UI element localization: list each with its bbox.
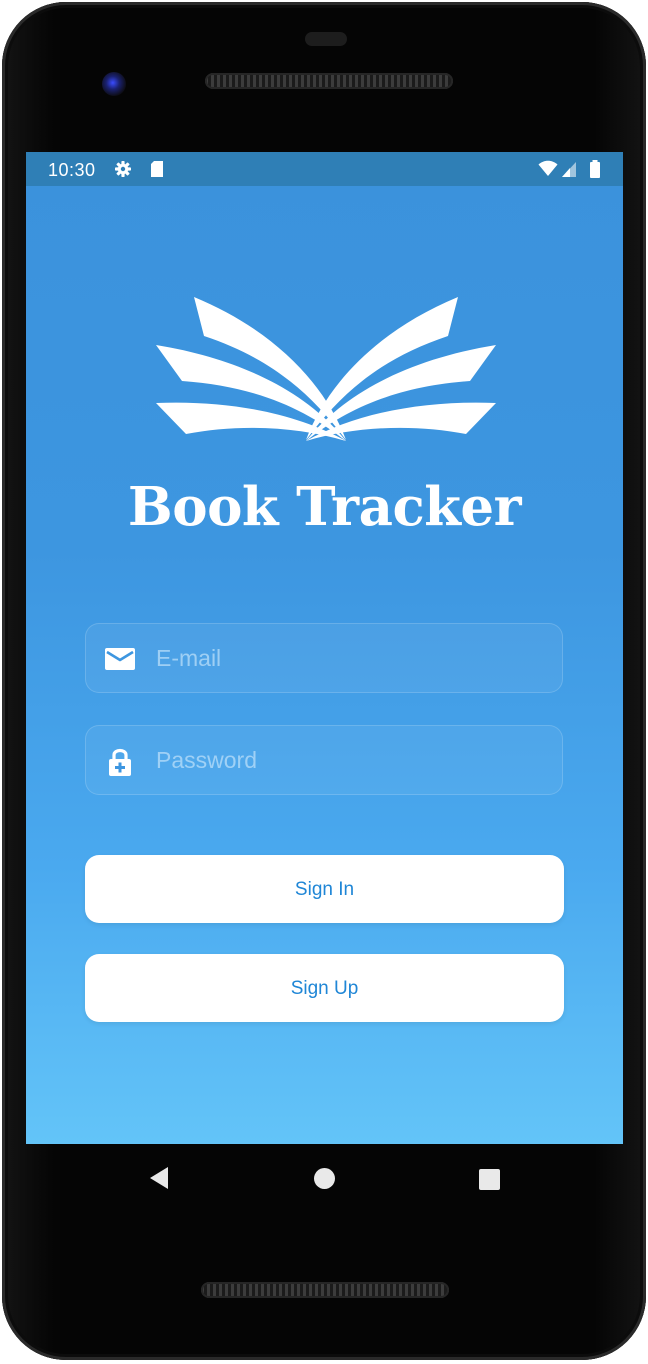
wifi-icon bbox=[538, 160, 558, 176]
cell-signal-icon bbox=[562, 162, 576, 177]
mail-icon bbox=[105, 648, 135, 670]
app-title: Book Tracker bbox=[127, 476, 522, 538]
front-camera bbox=[102, 72, 126, 96]
open-book-icon bbox=[156, 297, 496, 441]
status-time: 10:30 bbox=[48, 160, 96, 180]
recents-icon[interactable] bbox=[479, 1169, 500, 1190]
password-input[interactable] bbox=[156, 726, 546, 794]
email-input[interactable] bbox=[156, 624, 546, 692]
home-icon[interactable] bbox=[314, 1168, 335, 1189]
sign-in-button[interactable]: Sign In bbox=[85, 855, 564, 923]
gear-icon bbox=[115, 161, 131, 177]
top-speaker-grille bbox=[205, 73, 453, 89]
battery-icon bbox=[590, 160, 600, 178]
earpiece-slot bbox=[305, 32, 347, 46]
bottom-speaker-grille bbox=[201, 1282, 449, 1298]
status-bar: 10:30 bbox=[26, 152, 623, 186]
lock-icon bbox=[109, 748, 131, 776]
password-field[interactable] bbox=[85, 725, 563, 795]
back-icon[interactable] bbox=[150, 1167, 168, 1189]
email-field[interactable] bbox=[85, 623, 563, 693]
sd-card-icon bbox=[151, 161, 163, 177]
app-screen: 10:30 Book Tracker E-mail Sign In Sign U… bbox=[26, 152, 623, 1144]
sign-up-button[interactable]: Sign Up bbox=[85, 954, 564, 1022]
